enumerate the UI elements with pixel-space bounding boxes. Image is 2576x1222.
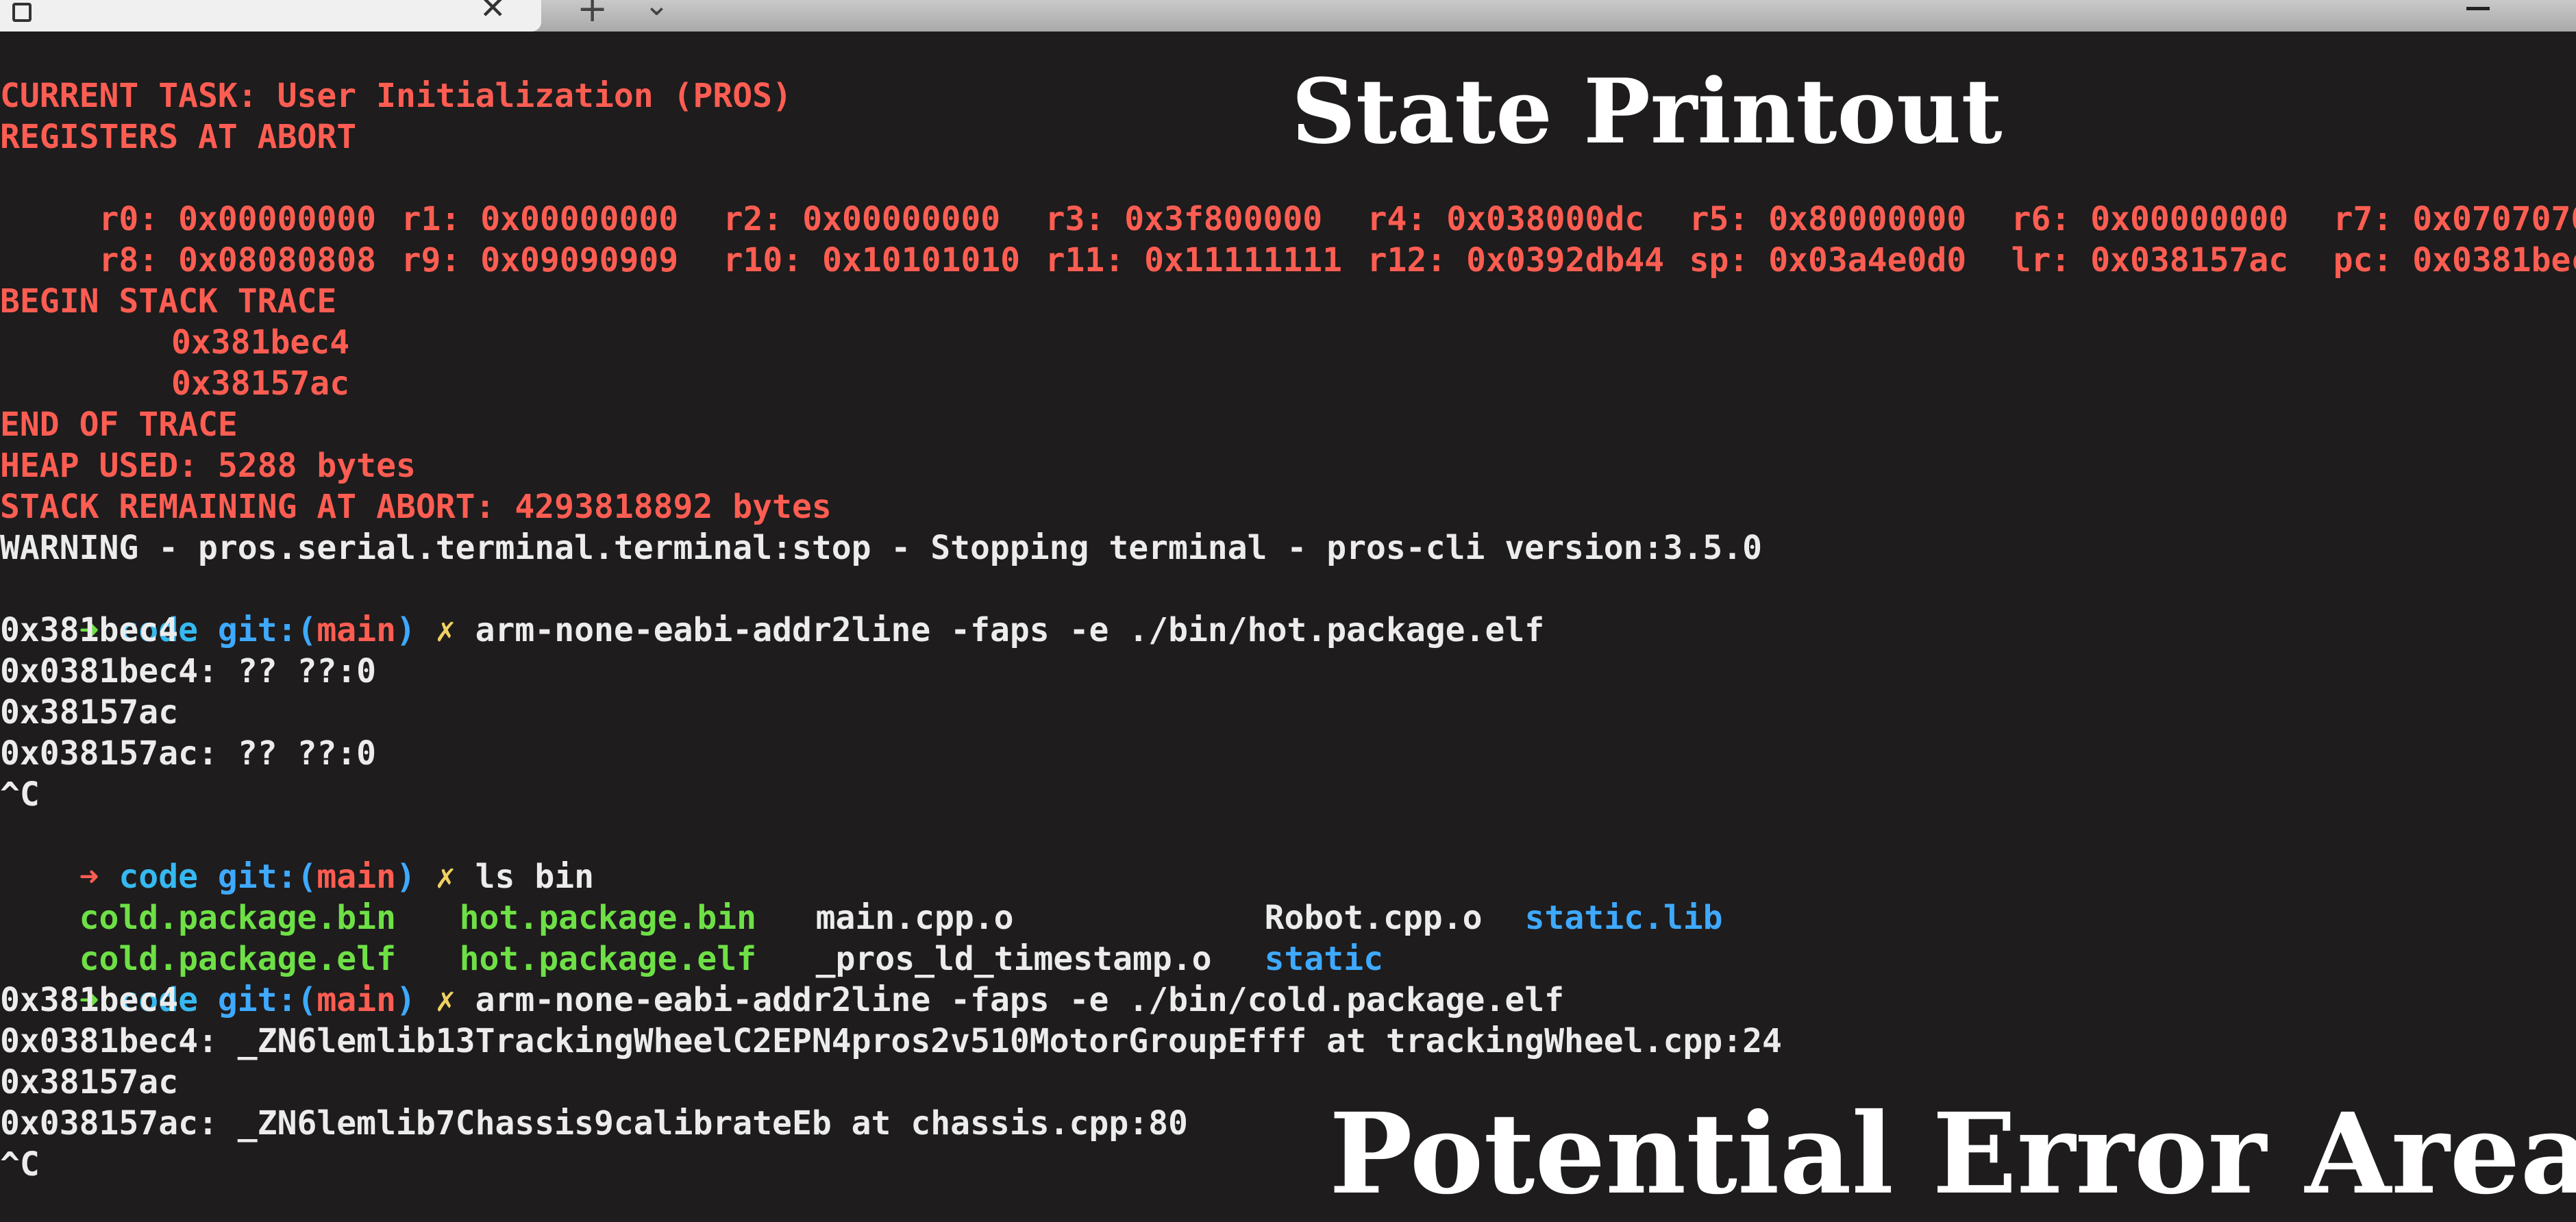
trace-address: 0x381bec4 <box>171 323 350 362</box>
potential-error-areas-caption: Potential Error Areas <box>1329 1089 2576 1219</box>
ls-entry: _pros_ld_timestamp.o <box>815 940 1212 978</box>
registers-header: REGISTERS AT ABORT <box>0 118 357 156</box>
terminal-icon <box>12 3 32 22</box>
git-branch: main <box>317 981 396 1019</box>
chevron-down-icon[interactable]: ⌄ <box>644 0 669 23</box>
register-value: r8: 0x08080808 <box>79 241 377 279</box>
git-suffix: ) <box>396 981 416 1019</box>
register-value: r7: 0x07070707 <box>2333 200 2576 238</box>
current-task-line: CURRENT TASK: User Initialization (PROS) <box>0 77 792 115</box>
end-of-trace: END OF TRACE <box>0 406 238 444</box>
register-value: r1: 0x00000000 <box>401 200 679 238</box>
command-text: arm-none-eabi-addr2line -faps -e ./bin/h… <box>475 611 1545 649</box>
register-value: r5: 0x80000000 <box>1689 200 1967 238</box>
git-suffix: ) <box>396 611 416 649</box>
git-branch: main <box>317 858 396 896</box>
register-value: sp: 0x03a4e0d0 <box>1689 241 1967 279</box>
terminal-output[interactable]: CURRENT TASK: User Initialization (PROS)… <box>0 75 2576 1222</box>
warning-line: WARNING - pros.serial.terminal.terminal:… <box>0 529 1762 567</box>
prompt-dir: code <box>119 858 198 896</box>
register-value: r0: 0x00000000 <box>79 200 377 238</box>
git-branch: main <box>317 611 396 649</box>
prompt-line: ➜ code git:(main) ✗ arm-none-eabi-addr2l… <box>0 569 2576 649</box>
ls-entry: Robot.cpp.o <box>1264 899 1483 937</box>
dirty-mark-icon: ✗ <box>435 858 456 896</box>
register-value: r11: 0x11111111 <box>1045 241 1343 279</box>
heap-used-line: HEAP USED: 5288 bytes <box>0 447 416 485</box>
register-value: r3: 0x3f800000 <box>1045 200 1323 238</box>
tab-bar: ✕ + ⌄ <box>0 0 2576 32</box>
git-prefix: git:( <box>217 858 317 896</box>
register-value: r2: 0x00000000 <box>723 200 1001 238</box>
register-value: r6: 0x00000000 <box>2011 200 2289 238</box>
command-text: ls bin <box>475 858 595 896</box>
ls-entry: hot.package.elf <box>459 940 757 978</box>
state-printout-caption: State Printout <box>1291 59 2003 164</box>
registers-row: r0: 0x00000000 r1: 0x00000000 r2: 0x000000… <box>0 158 2576 238</box>
close-icon[interactable]: ✕ <box>480 0 506 23</box>
git-prefix: git:( <box>217 611 317 649</box>
output-line: 0x38157ac <box>0 693 179 732</box>
stack-trace-entry: 0x381bec4 <box>0 322 2576 363</box>
register-value: pc: 0x0381bec4 <box>2333 241 2576 279</box>
register-value: r9: 0x09090909 <box>401 241 679 279</box>
git-suffix: ) <box>396 858 416 896</box>
register-value: r4: 0x038000dc <box>1367 200 1645 238</box>
prompt-arrow-icon: ➜ <box>79 858 99 896</box>
ls-entry: cold.package.bin <box>79 899 396 937</box>
register-value: r10: 0x10101010 <box>723 241 1021 279</box>
prompt-line: ➜ code git:(main) ✗ ls bin <box>0 815 2576 896</box>
output-line: 0x0381bec4: _ZN6lemlib13TrackingWheelC2E… <box>0 1022 1782 1060</box>
stack-remaining-line: STACK REMAINING AT ABORT: 4293818892 byt… <box>0 488 832 526</box>
ls-entry: cold.package.elf <box>79 940 396 978</box>
register-value: lr: 0x038157ac <box>2011 241 2289 279</box>
ls-entry: static <box>1264 940 1383 978</box>
new-tab-button[interactable]: + <box>577 0 608 27</box>
stack-trace-entry: 0x38157ac <box>0 363 2576 404</box>
dirty-mark-icon: ✗ <box>435 981 456 1019</box>
output-line: 0x038157ac: ?? ??:0 <box>0 734 377 773</box>
ls-entry: static.lib <box>1524 899 1723 937</box>
output-line: 0x0381bec4: ?? ??:0 <box>0 652 377 690</box>
begin-stack-trace: BEGIN STACK TRACE <box>0 282 337 321</box>
ls-entry: hot.package.bin <box>459 899 757 937</box>
interrupt-line: ^C <box>0 775 40 814</box>
command-text: arm-none-eabi-addr2line -faps -e ./bin/c… <box>475 981 1565 1019</box>
terminal-tab[interactable]: ✕ <box>0 0 541 32</box>
git-prefix: git:( <box>217 981 317 1019</box>
trace-address: 0x38157ac <box>171 364 350 403</box>
minimize-button[interactable] <box>2466 7 2490 10</box>
dirty-mark-icon: ✗ <box>435 611 456 649</box>
ls-entry: main.cpp.o <box>815 899 1014 937</box>
register-value: r12: 0x0392db44 <box>1367 241 1665 279</box>
